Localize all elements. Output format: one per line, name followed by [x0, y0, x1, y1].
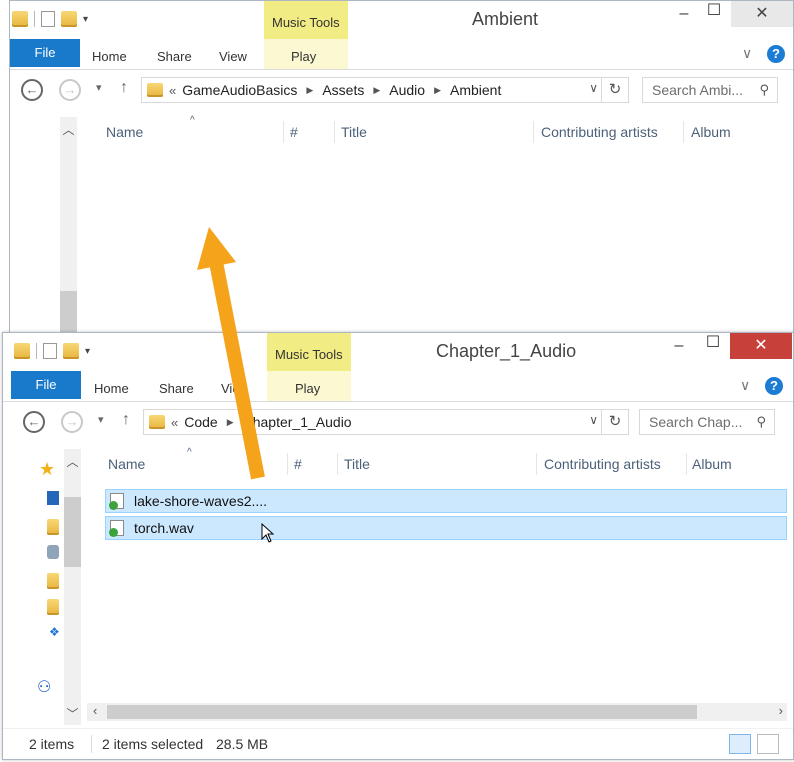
- arrow-head: [197, 227, 236, 270]
- arrow-shaft: [209, 260, 265, 480]
- drag-arrow-annotation: [197, 227, 265, 480]
